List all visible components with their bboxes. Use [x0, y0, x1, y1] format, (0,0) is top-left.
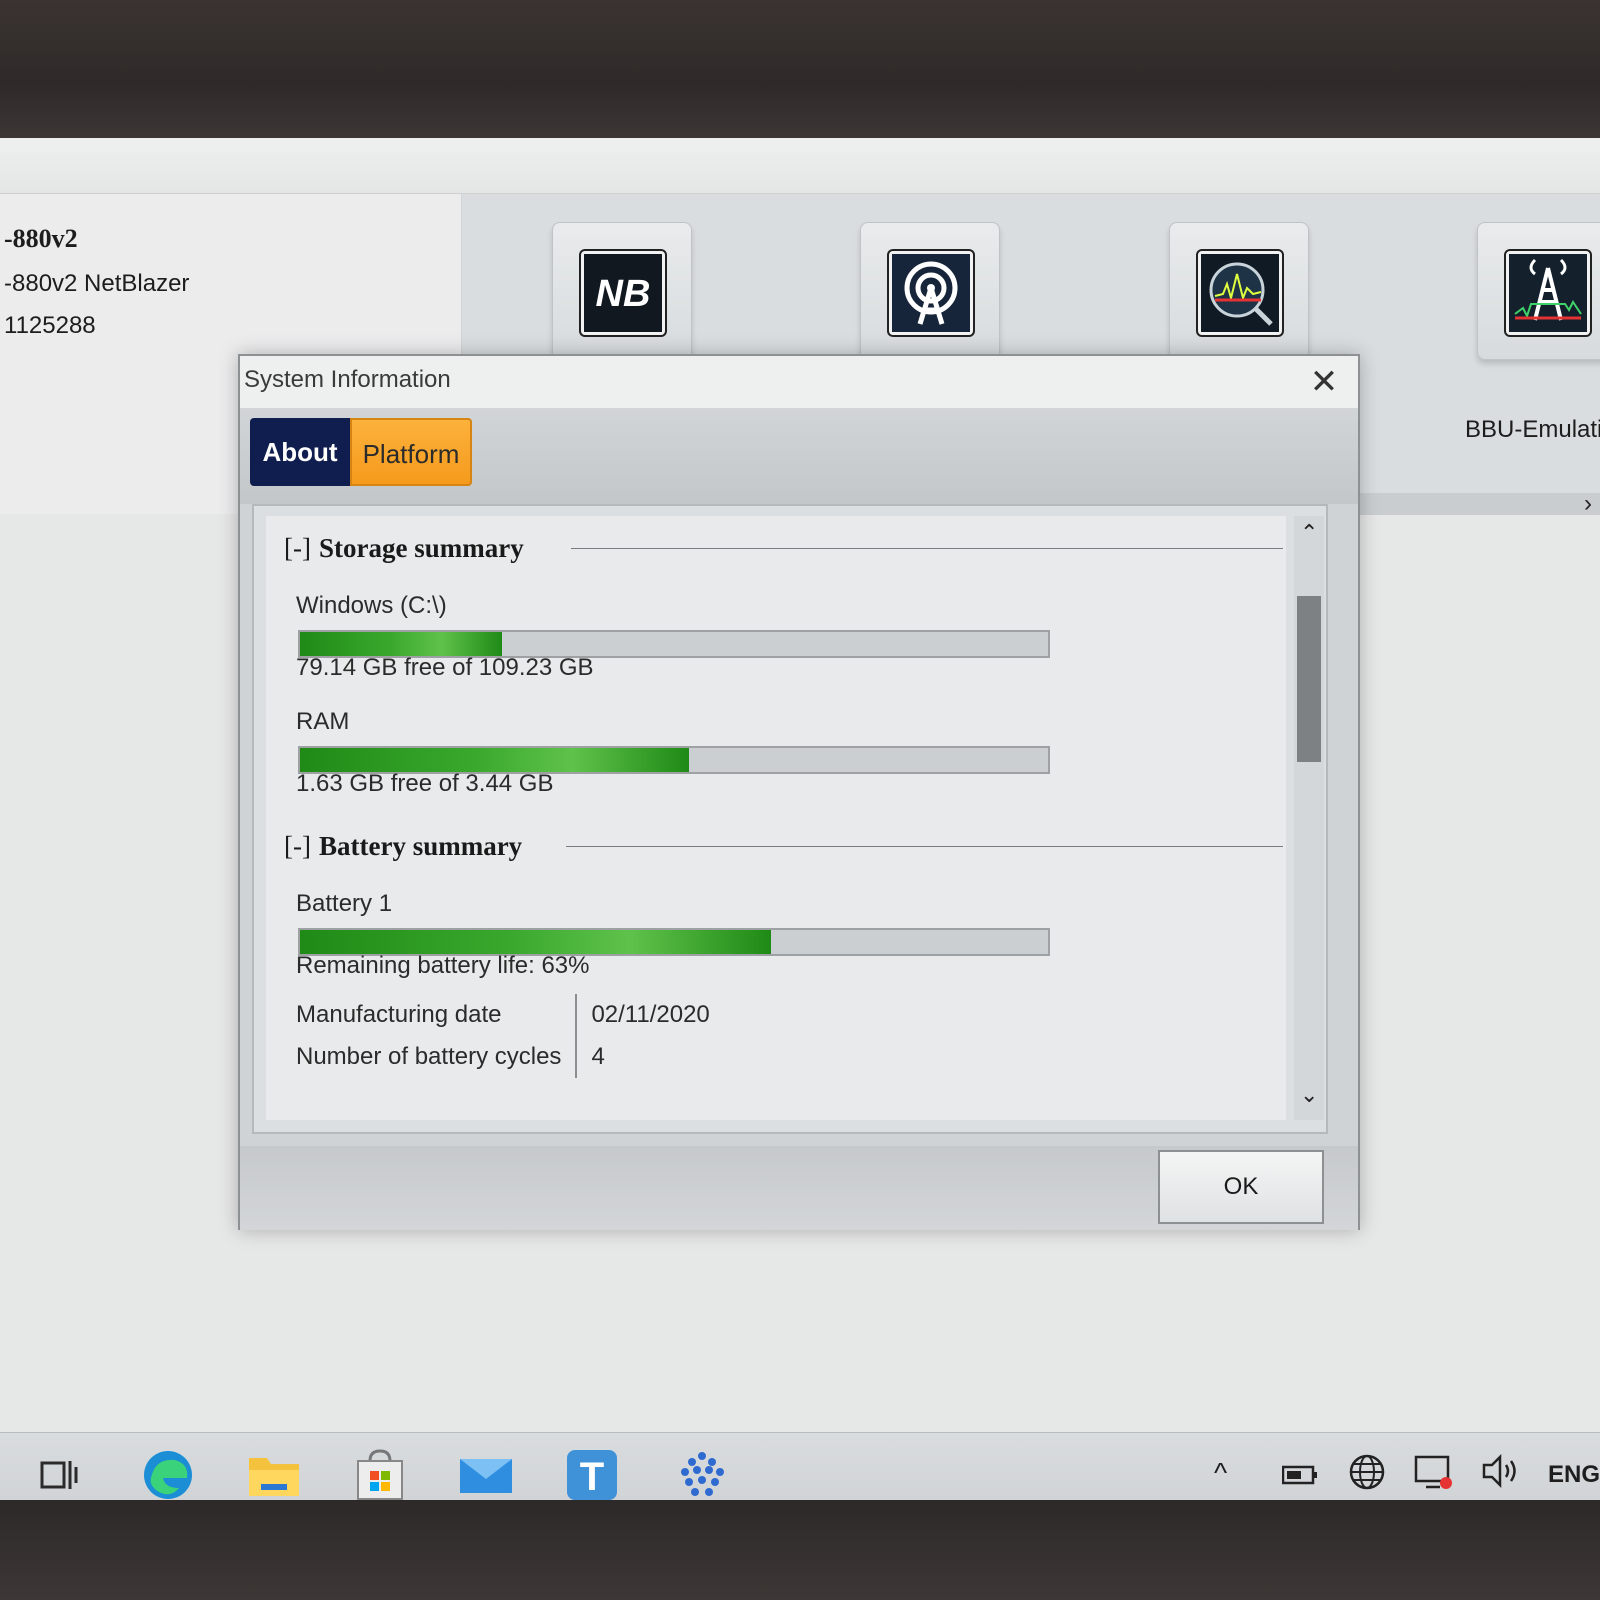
battery-label: Battery 1 — [296, 890, 393, 917]
battery-cycles-label: Number of battery cycles — [296, 1036, 578, 1078]
app-top-bar — [0, 138, 1600, 194]
battery-icon[interactable] — [1281, 1461, 1318, 1493]
table-row: Number of battery cycles 4 — [296, 1036, 710, 1078]
battery-life-text: Remaining battery life: 63% — [296, 952, 590, 979]
battery-summary-title: Battery summary — [318, 830, 523, 861]
ram-summary-text: 1.63 GB free of 3.44 GB — [296, 770, 554, 797]
store-icon[interactable] — [348, 1443, 412, 1507]
photo-bezel-top — [0, 0, 1600, 140]
section-divider — [571, 548, 1283, 549]
ram-progress-fill — [300, 748, 689, 772]
storage-summary-title: Storage summary — [318, 532, 524, 563]
t-app-icon[interactable]: T — [544, 1443, 640, 1515]
close-icon[interactable]: ✕ — [1304, 362, 1344, 402]
scrollbar-thumb[interactable] — [1297, 596, 1321, 762]
ram-label: RAM — [296, 708, 350, 735]
platform-content-scroll-area: [-] Storage summary Windows (C:\) 79.14 … — [266, 516, 1286, 1120]
volume-icon[interactable] — [1480, 1453, 1520, 1496]
scroll-right-icon[interactable]: › — [1584, 490, 1592, 518]
battery-details-table: Manufacturing date 02/11/2020 Number of … — [296, 994, 710, 1078]
storage-item-label: Windows (C:\) — [296, 592, 447, 619]
storage-collapse-toggle[interactable]: [-] — [284, 533, 311, 564]
manufacturing-date-value: 02/11/2020 — [591, 1001, 710, 1028]
battery-summary-header: [-] Battery summary — [284, 828, 522, 864]
spectrum-analyzer-icon — [1198, 251, 1282, 335]
globe-network-icon[interactable] — [1348, 1453, 1386, 1498]
dialog-tab-bar: About Platform — [240, 408, 1358, 504]
photo-bezel-bottom — [0, 1500, 1600, 1600]
file-explorer-icon[interactable] — [242, 1443, 306, 1507]
svg-text:T: T — [580, 1455, 604, 1499]
section-divider — [566, 846, 1283, 847]
app-tile-antenna[interactable] — [860, 222, 1000, 360]
tab-platform[interactable]: Platform — [350, 418, 472, 486]
platform-content-panel: [-] Storage summary Windows (C:\) 79.14 … — [252, 504, 1328, 1134]
scroll-up-icon[interactable]: ⌃ — [1300, 520, 1318, 546]
edge-icon[interactable] — [136, 1443, 200, 1507]
app-tile-netblazer[interactable]: NB — [552, 222, 692, 360]
device-name: -880v2 NetBlazer — [4, 270, 190, 297]
scroll-down-icon[interactable]: ⌄ — [1300, 1082, 1318, 1108]
mail-icon[interactable] — [454, 1443, 518, 1507]
bbu-emulator-tower-icon — [1506, 251, 1590, 335]
task-view-icon[interactable] — [26, 1443, 90, 1507]
content-vertical-scrollbar[interactable]: ⌃ ⌄ — [1294, 516, 1324, 1120]
system-information-dialog: System Information ✕ About Platform [-] … — [238, 354, 1360, 1230]
battery-collapse-toggle[interactable]: [-] — [284, 831, 311, 862]
netblazer-nb-icon: NB — [581, 251, 665, 335]
storage-summary-header: [-] Storage summary — [284, 530, 524, 566]
storage-progress-fill — [300, 632, 502, 656]
bbu-emulator-label: BBU-Emulati — [1465, 416, 1600, 443]
tab-about[interactable]: About — [250, 418, 350, 486]
storage-summary-text: 79.14 GB free of 109.23 GB — [296, 654, 594, 681]
table-row: Manufacturing date 02/11/2020 — [296, 994, 710, 1036]
battery-progress-fill — [300, 930, 772, 954]
dialog-title: System Information — [244, 366, 451, 393]
input-language-indicator[interactable]: ENG — [1548, 1461, 1600, 1489]
device-model: -880v2 — [4, 224, 78, 253]
dialog-title-bar: System Information ✕ — [240, 356, 1358, 408]
show-hidden-icons-chevron-icon[interactable]: ^ — [1214, 1457, 1227, 1489]
app-tile-bbu-emulator[interactable] — [1477, 222, 1600, 360]
dialog-footer: OK — [240, 1146, 1358, 1230]
dots-app-icon[interactable] — [654, 1443, 750, 1515]
device-serial: 1125288 — [4, 312, 96, 339]
antenna-target-icon — [889, 251, 973, 335]
svg-text:NB: NB — [596, 273, 651, 315]
app-tile-spectrum[interactable] — [1169, 222, 1309, 360]
ok-button[interactable]: OK — [1158, 1150, 1324, 1224]
manufacturing-date-label: Manufacturing date — [296, 994, 578, 1036]
battery-cycles-value: 4 — [591, 1043, 605, 1070]
remote-display-icon[interactable] — [1414, 1453, 1454, 1498]
